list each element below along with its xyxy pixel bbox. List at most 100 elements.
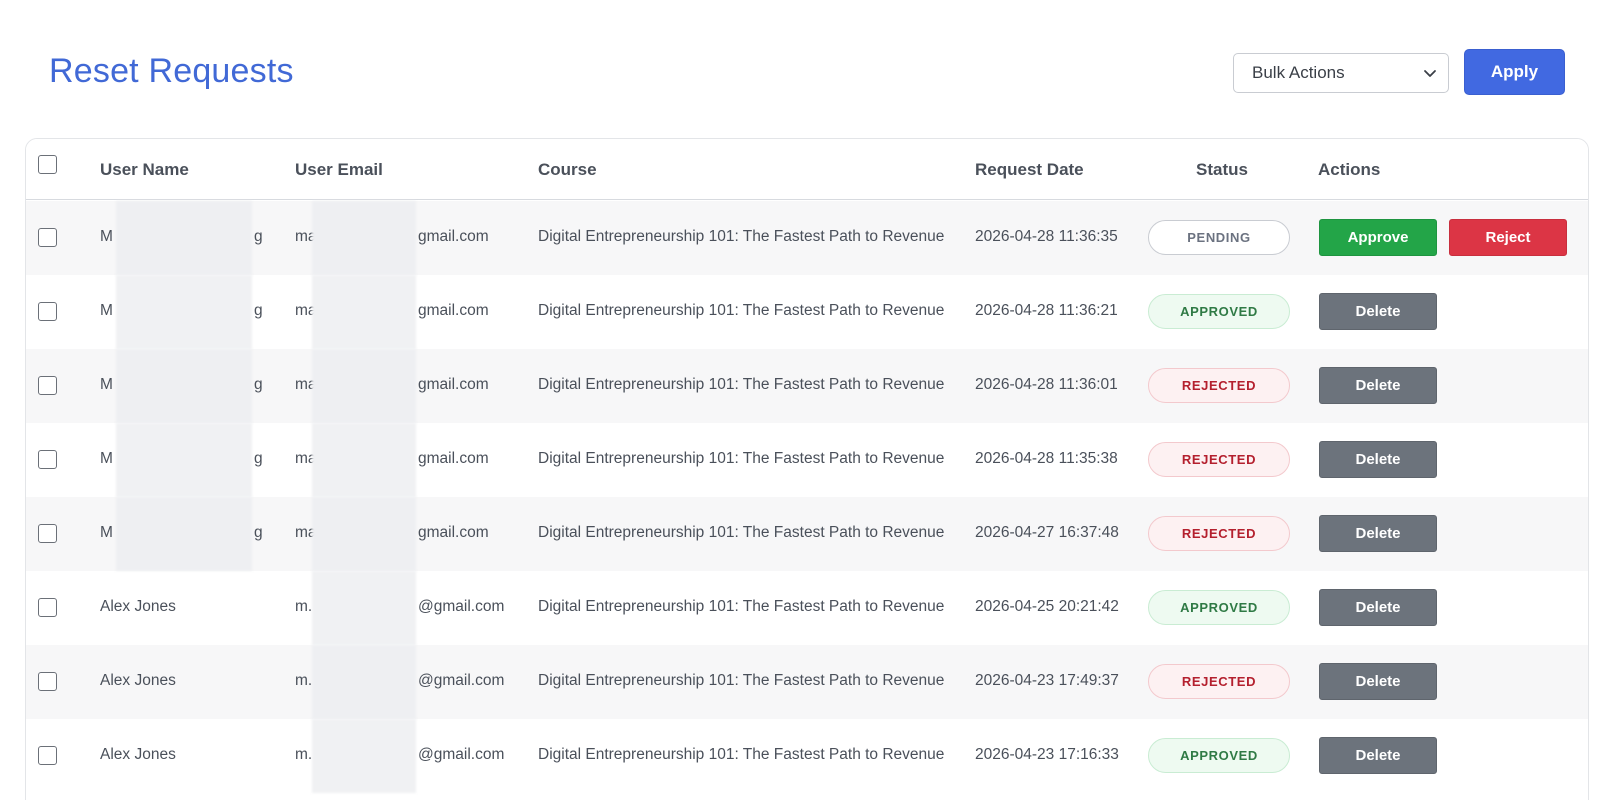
status-badge: REJECTED bbox=[1148, 516, 1290, 551]
status-badge: REJECTED bbox=[1148, 442, 1290, 477]
bulk-actions-select[interactable]: Bulk Actions bbox=[1233, 53, 1449, 93]
row-checkbox[interactable] bbox=[38, 228, 57, 247]
request-date: 2026-04-27 16:37:48 bbox=[975, 524, 1119, 541]
delete-button[interactable]: Delete bbox=[1319, 441, 1437, 478]
table-row: Alex Jones m. @gmail.com Digital Entreprene… bbox=[26, 719, 1588, 793]
user-email-end: @gmail.com bbox=[418, 746, 505, 763]
course-name: Digital Entrepreneurship 101: The Fastes… bbox=[538, 524, 945, 541]
header-user-email: User Email bbox=[295, 160, 383, 179]
row-checkbox[interactable] bbox=[38, 376, 57, 395]
status-badge: APPROVED bbox=[1148, 590, 1290, 625]
redaction-blur bbox=[312, 349, 416, 423]
user-email-end: gmail.com bbox=[418, 450, 489, 467]
table-row: Alex Jones m. @gmail.com Digital Entreprene… bbox=[26, 645, 1588, 719]
status-badge: REJECTED bbox=[1148, 368, 1290, 403]
delete-button[interactable]: Delete bbox=[1319, 663, 1437, 700]
user-email: m. bbox=[295, 598, 313, 615]
user-email-end: gmail.com bbox=[418, 376, 489, 393]
user-email-end: @gmail.com bbox=[418, 598, 505, 615]
user-name-end: g bbox=[254, 524, 263, 541]
user-name: M bbox=[100, 228, 113, 245]
user-name-end: g bbox=[254, 450, 263, 467]
course-name: Digital Entrepreneurship 101: The Fastes… bbox=[538, 672, 945, 689]
header-actions: Actions bbox=[1318, 160, 1381, 179]
redaction-blur bbox=[116, 349, 252, 423]
table-row: Mg ma gmail.com Digital Entrepreneurship 10… bbox=[26, 423, 1588, 497]
delete-button[interactable]: Delete bbox=[1319, 367, 1437, 404]
header-status: Status bbox=[1196, 160, 1248, 179]
delete-button[interactable]: Delete bbox=[1319, 293, 1437, 330]
user-email-end: gmail.com bbox=[418, 228, 489, 245]
course-name: Digital Entrepreneurship 101: The Fastes… bbox=[538, 376, 945, 393]
apply-button[interactable]: Apply bbox=[1464, 49, 1565, 95]
header-user-name: User Name bbox=[100, 160, 189, 179]
table-row: Mg ma gmail.com Digital Entrepreneurship 10… bbox=[26, 201, 1588, 275]
user-name: Alex Jones bbox=[100, 598, 176, 615]
redaction-blur bbox=[116, 497, 252, 571]
status-badge: PENDING bbox=[1148, 220, 1290, 255]
user-name-end: g bbox=[254, 376, 263, 393]
page-title: Reset Requests bbox=[49, 52, 294, 90]
row-checkbox[interactable] bbox=[38, 524, 57, 543]
user-email-end: @gmail.com bbox=[418, 672, 505, 689]
user-email: m. bbox=[295, 746, 313, 763]
user-name-end: g bbox=[254, 302, 263, 319]
request-date: 2026-04-28 11:36:21 bbox=[975, 302, 1118, 319]
table-header: User Name User Email Course Request Date… bbox=[26, 139, 1588, 200]
row-checkbox[interactable] bbox=[38, 598, 57, 617]
status-badge: APPROVED bbox=[1148, 738, 1290, 773]
user-name: M bbox=[100, 376, 113, 393]
user-email-end: gmail.com bbox=[418, 524, 489, 541]
redaction-blur bbox=[312, 423, 416, 497]
select-all-checkbox[interactable] bbox=[38, 155, 57, 174]
user-name-end: g bbox=[254, 228, 263, 245]
redaction-blur bbox=[116, 275, 252, 349]
redaction-blur bbox=[116, 201, 252, 275]
user-email-end: gmail.com bbox=[418, 302, 489, 319]
redaction-blur bbox=[312, 497, 416, 571]
request-date: 2026-04-28 11:35:38 bbox=[975, 450, 1118, 467]
user-email: m. bbox=[295, 672, 313, 689]
course-name: Digital Entrepreneurship 101: The Fastes… bbox=[538, 746, 945, 763]
reset-requests-table: User Name User Email Course Request Date… bbox=[25, 138, 1589, 800]
user-name: M bbox=[100, 524, 113, 541]
redaction-blur bbox=[312, 719, 416, 793]
chevron-down-icon bbox=[1424, 70, 1436, 77]
table-row: Mg ma gmail.com Digital Entrepreneurship 10… bbox=[26, 497, 1588, 571]
user-name: Alex Jones bbox=[100, 672, 176, 689]
bulk-actions-label: Bulk Actions bbox=[1252, 63, 1345, 82]
course-name: Digital Entrepreneurship 101: The Fastes… bbox=[538, 598, 945, 615]
course-name: Digital Entrepreneurship 101: The Fastes… bbox=[538, 450, 945, 467]
request-date: 2026-04-28 11:36:35 bbox=[975, 228, 1118, 245]
request-date: 2026-04-28 11:36:01 bbox=[975, 376, 1118, 393]
row-checkbox[interactable] bbox=[38, 450, 57, 469]
delete-button[interactable]: Delete bbox=[1319, 589, 1437, 626]
header-request-date: Request Date bbox=[975, 160, 1084, 179]
reject-button[interactable]: Reject bbox=[1449, 219, 1567, 256]
row-checkbox[interactable] bbox=[38, 302, 57, 321]
user-name: M bbox=[100, 302, 113, 319]
approve-button[interactable]: Approve bbox=[1319, 219, 1437, 256]
course-name: Digital Entrepreneurship 101: The Fastes… bbox=[538, 228, 945, 245]
redaction-blur bbox=[116, 423, 252, 497]
status-badge: APPROVED bbox=[1148, 294, 1290, 329]
delete-button[interactable]: Delete bbox=[1319, 737, 1437, 774]
course-name: Digital Entrepreneurship 101: The Fastes… bbox=[538, 302, 945, 319]
row-checkbox[interactable] bbox=[38, 672, 57, 691]
request-date: 2026-04-23 17:16:33 bbox=[975, 746, 1119, 763]
redaction-blur bbox=[312, 201, 416, 275]
request-date: 2026-04-25 20:21:42 bbox=[975, 598, 1119, 615]
row-checkbox[interactable] bbox=[38, 746, 57, 765]
user-name: Alex Jones bbox=[100, 746, 176, 763]
status-badge: REJECTED bbox=[1148, 664, 1290, 699]
redaction-blur bbox=[312, 645, 416, 719]
delete-button[interactable]: Delete bbox=[1319, 515, 1437, 552]
table-row: Mg ma gmail.com Digital Entrepreneurship 10… bbox=[26, 349, 1588, 423]
request-date: 2026-04-23 17:49:37 bbox=[975, 672, 1119, 689]
table-row: Alex Jones m. @gmail.com Digital Entreprene… bbox=[26, 571, 1588, 645]
user-name: M bbox=[100, 450, 113, 467]
table-row: Mg ma gmail.com Digital Entrepreneurship 10… bbox=[26, 275, 1588, 349]
header-course: Course bbox=[538, 160, 597, 179]
redaction-blur bbox=[312, 571, 416, 645]
redaction-blur bbox=[312, 275, 416, 349]
